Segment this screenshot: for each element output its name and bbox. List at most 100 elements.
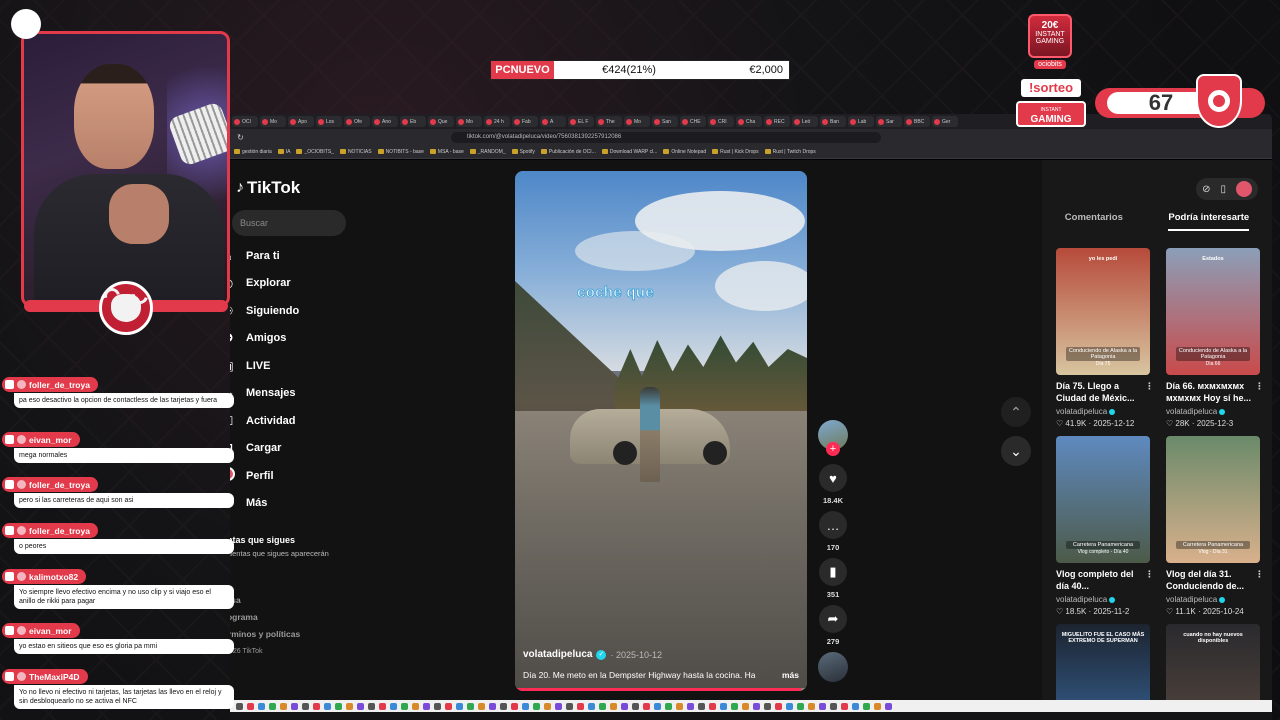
- recommended-video-card[interactable]: Carretera Panamericana Vlog - Día 31 Vlog …: [1166, 436, 1264, 616]
- recommended-video-card[interactable]: Carretera Panamericana Vlog completo - Dí…: [1056, 436, 1154, 616]
- taskbar-app-icon[interactable]: [643, 702, 650, 710]
- taskbar-app-icon[interactable]: [544, 702, 551, 710]
- browser-tab[interactable]: BBC: [904, 116, 930, 127]
- taskbar-app-icon[interactable]: [742, 702, 749, 710]
- taskbar-app-icon[interactable]: [489, 702, 496, 710]
- taskbar-app-icon[interactable]: [313, 702, 320, 710]
- taskbar-app-icon[interactable]: [566, 702, 573, 710]
- browser-tab[interactable]: Ofe: [344, 116, 370, 127]
- taskbar-app-icon[interactable]: [434, 702, 441, 710]
- taskbar-app-icon[interactable]: [764, 702, 771, 710]
- taskbar-app-icon[interactable]: [269, 702, 276, 710]
- bookmark-item[interactable]: Download WARP cl...: [601, 149, 657, 155]
- taskbar-app-icon[interactable]: [346, 702, 353, 710]
- more-options-icon[interactable]: ⋮: [1255, 380, 1264, 392]
- video-thumbnail[interactable]: yo les pedí Conduciendo de Alaska a la Pa…: [1056, 248, 1150, 375]
- bookmark-icon[interactable]: ▮: [819, 558, 847, 586]
- taskbar-app-icon[interactable]: [698, 702, 705, 710]
- taskbar-app-icon[interactable]: [456, 702, 463, 710]
- recommended-video-card[interactable]: cuando no hay nuevos disponibles: [1166, 624, 1264, 712]
- taskbar-app-icon[interactable]: [401, 702, 408, 710]
- taskbar-app-icon[interactable]: [720, 702, 727, 710]
- taskbar-app-icon[interactable]: [247, 702, 254, 710]
- comment-icon[interactable]: …: [819, 511, 847, 539]
- taskbar-app-icon[interactable]: [258, 702, 265, 710]
- bookmark-item[interactable]: Online Notepad: [663, 149, 706, 155]
- browser-tab[interactable]: Lab: [848, 116, 874, 127]
- more-options-icon[interactable]: ⋮: [1145, 568, 1154, 580]
- chevron-up-icon[interactable]: ⌃: [1001, 397, 1031, 427]
- taskbar-app-icon[interactable]: [390, 702, 397, 710]
- browser-tab[interactable]: Leó: [792, 116, 818, 127]
- taskbar-app-icon[interactable]: [676, 702, 683, 710]
- bookmark-item[interactable]: IA: [277, 149, 290, 155]
- creator-avatar-action[interactable]: +: [818, 420, 848, 456]
- taskbar-app-icon[interactable]: [731, 702, 738, 710]
- sidebar-item-amigos[interactable]: ⚉ Amigos: [230, 325, 299, 353]
- taskbar-app-icon[interactable]: [797, 702, 804, 710]
- footer-link[interactable]: Términos y políticas: [230, 626, 300, 643]
- video-thumbnail[interactable]: cuando no hay nuevos disponibles: [1166, 624, 1260, 712]
- browser-tab[interactable]: Ger: [932, 116, 958, 127]
- taskbar-app-icon[interactable]: [654, 702, 661, 710]
- bookmark-item[interactable]: Spotify: [511, 149, 535, 155]
- taskbar-app-icon[interactable]: [819, 702, 826, 710]
- browser-tab[interactable]: San: [652, 116, 678, 127]
- taskbar-app-icon[interactable]: [500, 702, 507, 710]
- video-thumbnail[interactable]: Carretera Panamericana Vlog - Día 31: [1166, 436, 1260, 563]
- card-author[interactable]: volatadipeluca: [1166, 595, 1264, 604]
- taskbar-app-icon[interactable]: [445, 702, 452, 710]
- taskbar-app-icon[interactable]: [478, 702, 485, 710]
- browser-tab[interactable]: Mo: [624, 116, 650, 127]
- video-progress-bar[interactable]: [515, 688, 807, 691]
- sound-disc-icon[interactable]: [818, 652, 848, 682]
- bookmark-item[interactable]: NOTIBITS - base: [377, 149, 424, 155]
- taskbar-app-icon[interactable]: [709, 702, 716, 710]
- browser-tab[interactable]: Cha: [736, 116, 762, 127]
- bookmark-item[interactable]: Rust | Kick Drops: [712, 149, 759, 155]
- taskbar-app-icon[interactable]: [885, 702, 892, 710]
- card-title[interactable]: Vlog completo del día 40... ⋮: [1056, 568, 1154, 592]
- compass-icon[interactable]: ⊘: [1202, 184, 1210, 195]
- video-thumbnail[interactable]: Carretera Panamericana Vlog completo - Dí…: [1056, 436, 1150, 563]
- sidebar-item-siguiendo[interactable]: ⚇ Siguiendo: [230, 297, 299, 325]
- creator-avatar[interactable]: +: [818, 420, 848, 456]
- browser-tab[interactable]: Que: [428, 116, 454, 127]
- browser-tab[interactable]: Los: [316, 116, 342, 127]
- taskbar-app-icon[interactable]: [357, 702, 364, 710]
- taskbar-app-icon[interactable]: [852, 702, 859, 710]
- taskbar-app-icon[interactable]: [610, 702, 617, 710]
- taskbar-app-icon[interactable]: [533, 702, 540, 710]
- footer-link[interactable]: Programa: [230, 609, 300, 626]
- chevron-down-icon[interactable]: ⌄: [1001, 436, 1031, 466]
- sidebar-item-live[interactable]: ▣ LIVE: [230, 352, 299, 380]
- taskbar-app-icon[interactable]: [379, 702, 386, 710]
- browser-tab[interactable]: OCI: [232, 116, 258, 127]
- browser-tab[interactable]: Sar: [876, 116, 902, 127]
- video-player[interactable]: coche que volatadipeluca ✓ · 2025-10-12 …: [515, 171, 807, 691]
- browser-tab[interactable]: A: [540, 116, 566, 127]
- bookmark-item[interactable]: NOTICIAS: [339, 149, 372, 155]
- browser-tab[interactable]: The: [596, 116, 622, 127]
- user-avatar[interactable]: [1236, 181, 1252, 197]
- more-options-icon[interactable]: ⋮: [1255, 568, 1264, 580]
- card-title[interactable]: Día 75. Llego a Ciudad de Méxic... ⋮: [1056, 380, 1154, 404]
- bookmark-item[interactable]: _RANDOM_: [469, 149, 506, 155]
- taskbar-app-icon[interactable]: [291, 702, 298, 710]
- tab-recommended[interactable]: Podría interesarte: [1168, 212, 1250, 231]
- share-icon[interactable]: ➦: [819, 605, 847, 633]
- like-action[interactable]: ♥ 18.4K: [818, 464, 848, 505]
- sidebar-item-para-ti[interactable]: ⌂ Para ti: [230, 242, 299, 270]
- taskbar-app-icon[interactable]: [368, 702, 375, 710]
- recommended-video-card[interactable]: MIGUELITO FUE EL CASO MÁS EXTREMO DE SUP…: [1056, 624, 1154, 712]
- taskbar-app-icon[interactable]: [555, 702, 562, 710]
- bookmark-item[interactable]: _OCIOBITS_: [296, 149, 334, 155]
- sidebar-item-cargar[interactable]: ⊞Cargar: [230, 435, 299, 463]
- bookmark-item[interactable]: MSA - base: [429, 149, 464, 155]
- taskbar-app-icon[interactable]: [841, 702, 848, 710]
- bookmark-item[interactable]: Publicación de OCI...: [540, 149, 596, 155]
- heart-icon[interactable]: ♥: [819, 464, 847, 492]
- taskbar-app-icon[interactable]: [280, 702, 287, 710]
- taskbar-app-icon[interactable]: [588, 702, 595, 710]
- follow-plus-icon[interactable]: +: [826, 442, 840, 456]
